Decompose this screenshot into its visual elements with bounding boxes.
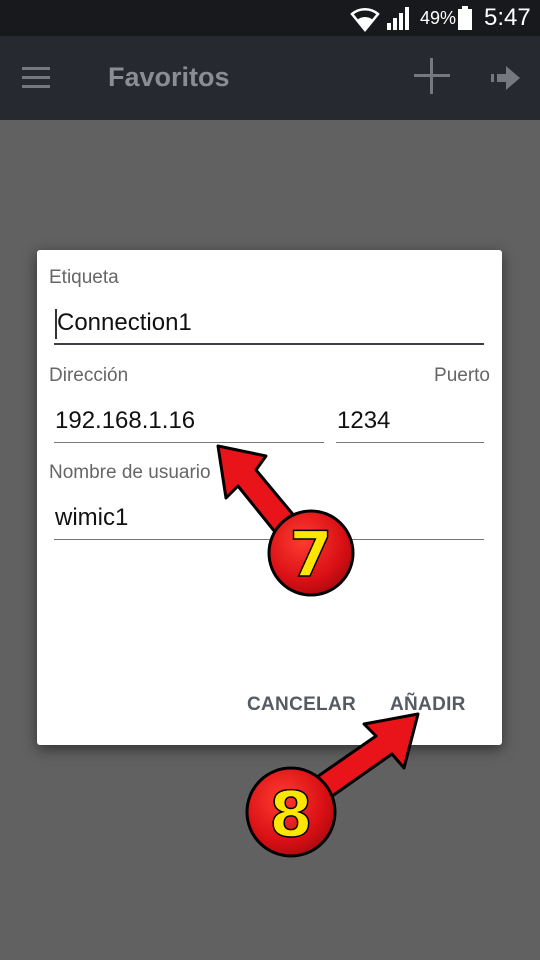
add-favorite-dialog: Etiqueta Connection1 Dirección Puerto 19… <box>37 250 502 745</box>
step-8-badge: 8 <box>245 766 337 858</box>
label-field-label: Etiqueta <box>49 267 119 288</box>
cancel-button[interactable]: CANCELAR <box>247 694 356 716</box>
add-button[interactable]: AÑADIR <box>390 694 466 716</box>
address-input[interactable]: 192.168.1.16 <box>54 403 324 443</box>
port-input-value: 1234 <box>337 407 391 434</box>
app-toolbar: Favoritos <box>0 36 540 120</box>
address-field-label: Dirección <box>49 365 129 386</box>
add-icon[interactable] <box>412 56 452 96</box>
signal-icon <box>387 7 409 30</box>
page-title: Favoritos <box>108 62 230 92</box>
battery-icon <box>458 6 472 30</box>
clock: 5:47 <box>484 4 531 31</box>
forward-icon[interactable] <box>484 60 524 96</box>
username-input[interactable]: wimic1 <box>54 500 484 540</box>
wifi-icon <box>350 7 380 32</box>
battery-percent: 49% <box>420 8 457 28</box>
username-field-label: Nombre de usuario <box>49 462 211 483</box>
menu-icon[interactable] <box>20 65 52 91</box>
username-input-value: wimic1 <box>55 504 129 531</box>
label-input-value: Connection1 <box>57 309 192 336</box>
port-input[interactable]: 1234 <box>336 403 484 443</box>
address-input-value: 192.168.1.16 <box>55 407 196 434</box>
status-bar: 49% 5:47 <box>0 0 540 36</box>
port-field-label: Puerto <box>434 365 490 386</box>
label-input[interactable]: Connection1 <box>54 305 484 345</box>
step-8-number: 8 <box>269 778 312 851</box>
